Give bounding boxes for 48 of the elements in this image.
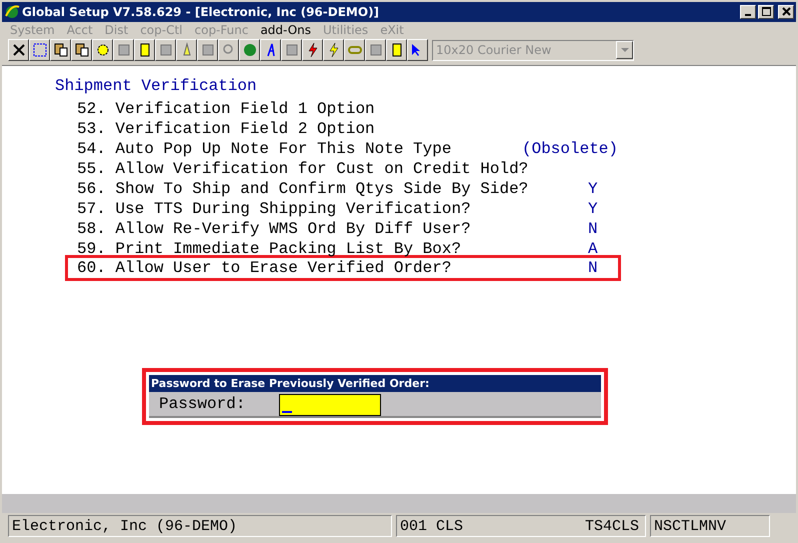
toolbar-button[interactable] — [29, 39, 50, 62]
toolbar-button[interactable] — [71, 39, 92, 62]
option-value: N — [588, 218, 598, 233]
section-title: Shipment Verification — [55, 76, 258, 96]
caret-icon — [620, 48, 628, 52]
toolbar-button[interactable] — [176, 39, 197, 62]
toolbar-button[interactable] — [344, 39, 365, 62]
toolbar-button[interactable] — [155, 39, 176, 62]
option-value: Y — [588, 198, 598, 213]
toolbar-button[interactable] — [407, 39, 428, 62]
toolbar-button[interactable] — [365, 39, 386, 62]
menu-item[interactable]: add-Ons — [260, 23, 312, 38]
minimize-icon — [745, 14, 751, 16]
status-code: 001 CLS — [400, 518, 464, 535]
option-value: N — [588, 258, 598, 278]
close-icon — [782, 7, 790, 16]
option-label: 60. Allow User to Erase Verified Order? — [77, 258, 452, 278]
paste-icon — [74, 42, 90, 58]
close-button[interactable] — [778, 4, 794, 19]
status-company: Electronic, Inc (96-DEMO) — [8, 515, 392, 538]
toolbar-button[interactable] — [92, 39, 113, 62]
option-value: Y — [588, 178, 598, 193]
toolbar-button[interactable] — [197, 39, 218, 62]
toolbar-button[interactable] — [281, 39, 302, 62]
copy-icon — [52, 42, 68, 58]
toolbar-button[interactable] — [302, 39, 323, 62]
minimize-button[interactable] — [740, 4, 756, 19]
maximize-button[interactable] — [758, 4, 774, 19]
maximize-icon — [762, 7, 770, 16]
status-program: NSCTLMNV — [650, 515, 770, 538]
window-title: Global Setup V7.58.629 - [Electronic, Inc (96-DEMO)] — [22, 4, 380, 19]
toolbar-button[interactable] — [260, 39, 281, 62]
option-value: A — [588, 238, 598, 253]
option-label: 55. Allow Verification for Cust on Credit Hold? — [77, 158, 530, 173]
toolbar-button[interactable] — [323, 39, 344, 62]
toolbar-button[interactable] — [218, 39, 239, 62]
toolbar-button[interactable] — [113, 39, 134, 62]
toolbar-button[interactable] — [134, 39, 155, 62]
password-field[interactable] — [279, 394, 381, 416]
toolbar-button[interactable] — [50, 39, 71, 62]
dotted-square-icon — [32, 42, 48, 58]
dialog-title: Password to Erase Previously Verified Order: — [149, 374, 601, 392]
toolbar-button[interactable] — [8, 39, 29, 62]
status-terminal: TS4CLS — [584, 518, 639, 535]
toolbar-button[interactable] — [239, 39, 260, 62]
close-icon — [10, 42, 26, 58]
toolbar-button[interactable] — [386, 39, 407, 62]
password-label: Password: — [159, 394, 246, 413]
